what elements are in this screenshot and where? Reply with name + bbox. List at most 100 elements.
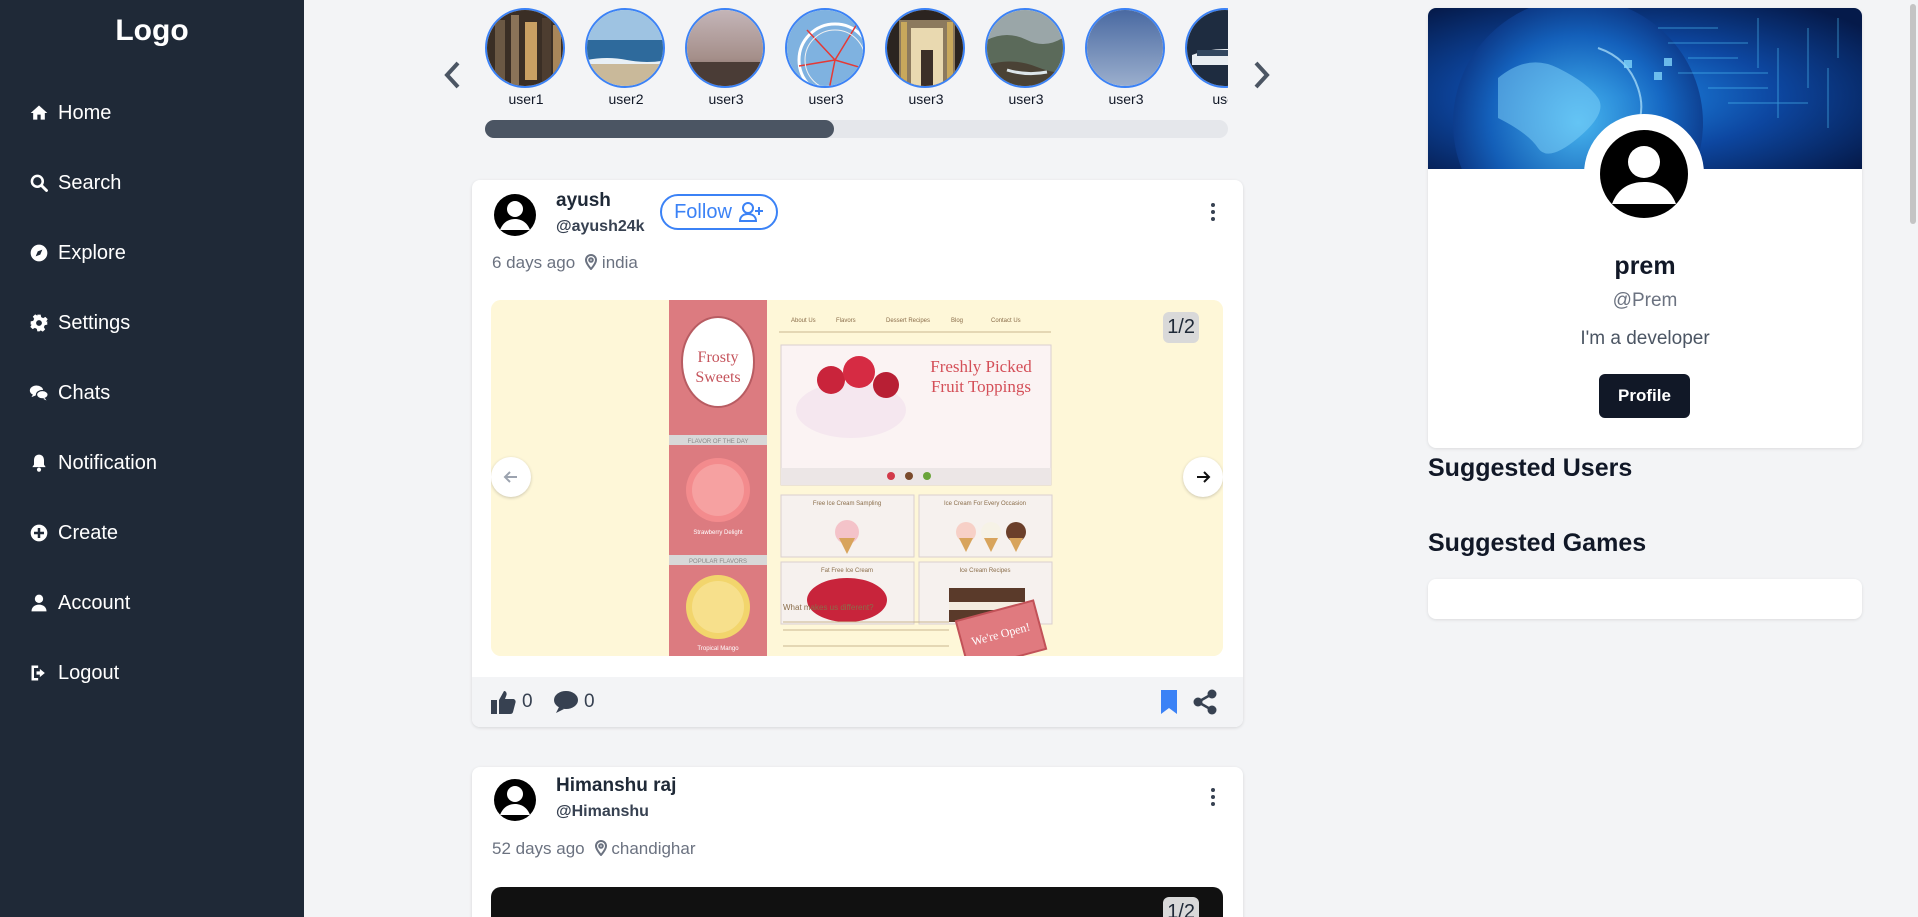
bookmark-button[interactable] [1158, 689, 1180, 715]
sidebar-item-label: Home [58, 101, 112, 124]
sidebar-item-settings[interactable]: Settings [0, 288, 304, 358]
post-location: chandighar [594, 839, 696, 859]
story-avatar [785, 8, 865, 88]
story-username: user3 [708, 91, 744, 107]
stories-carousel: user1 user2 user3 user3 user3 user3 user… [430, 0, 1280, 150]
image-headline-2: Fruit Toppings [931, 377, 1031, 396]
avatar[interactable] [494, 779, 536, 821]
location-pin-icon [594, 839, 607, 858]
profile-name: prem [1614, 252, 1676, 280]
story-avatar [685, 8, 765, 88]
profile-button[interactable]: Profile [1599, 374, 1690, 418]
image-tile-label: Ice Cream Recipes [959, 568, 1010, 574]
media-prev-button[interactable] [491, 457, 531, 497]
image-nav-item: Blog [951, 318, 963, 324]
image-nav-item: About Us [791, 318, 816, 324]
sidebar-item-notification[interactable]: Notification [0, 428, 304, 498]
story-item[interactable]: user [1185, 8, 1228, 107]
story-username: user1 [508, 91, 544, 107]
like-button[interactable]: 0 [490, 689, 533, 715]
story-item[interactable]: user3 [885, 8, 967, 107]
stories-strip[interactable]: user1 user2 user3 user3 user3 user3 user… [485, 0, 1228, 140]
sidebar-item-label: Search [58, 171, 122, 194]
post-meta: 52 days ago chandighar [492, 839, 696, 859]
follow-button-label: Follow [674, 200, 732, 223]
sidebar-item-label: Chats [58, 381, 111, 404]
story-avatar [485, 8, 565, 88]
share-button[interactable] [1192, 689, 1218, 715]
suggested-games-list [1428, 579, 1862, 619]
bookmark-icon [1161, 690, 1177, 714]
story-item[interactable]: user3 [1085, 8, 1167, 107]
user-icon [28, 592, 50, 614]
gear-icon [28, 312, 50, 334]
post-menu-button[interactable] [1207, 200, 1219, 224]
profile-handle: @Prem [1612, 290, 1678, 311]
chat-bubbles-icon [28, 382, 50, 404]
post-card: Himanshu raj @Himanshu 52 days ago chand… [472, 767, 1243, 917]
image-footer-title: What makes us different? [783, 603, 874, 612]
story-item[interactable]: user3 [785, 8, 867, 107]
sidebar-item-account[interactable]: Account [0, 568, 304, 638]
sidebar-item-label: Logout [58, 661, 120, 684]
post-media[interactable]: 1/2 [491, 887, 1223, 917]
sidebar-item-create[interactable]: Create [0, 498, 304, 568]
post-image: Frosty Sweets FLAVOR OF THE DAY Strawber… [491, 300, 1223, 656]
post-author-handle[interactable]: @ayush24k [556, 218, 645, 236]
stories-next-button[interactable] [1248, 58, 1274, 92]
chevron-left-icon [444, 61, 460, 89]
sidebar-item-logout[interactable]: Logout [0, 638, 304, 708]
page-scrollbar[interactable] [1908, 0, 1918, 917]
comment-count: 0 [584, 691, 595, 712]
profile-avatar[interactable] [1584, 114, 1704, 234]
media-next-button[interactable] [1183, 457, 1223, 497]
sidebar-item-chats[interactable]: Chats [0, 358, 304, 428]
arrow-left-icon [503, 471, 517, 483]
story-username: user3 [908, 91, 944, 107]
story-item[interactable]: user1 [485, 8, 567, 107]
image-nav-item: Contact Us [991, 318, 1021, 324]
post-actions: 0 0 [472, 677, 1243, 727]
comment-button[interactable]: 0 [552, 689, 595, 715]
post-media[interactable]: Frosty Sweets FLAVOR OF THE DAY Strawber… [491, 300, 1223, 656]
follow-button[interactable]: Follow [660, 194, 778, 230]
image-side-label: FLAVOR OF THE DAY [688, 439, 749, 445]
bell-icon [28, 452, 50, 474]
story-avatar [985, 8, 1065, 88]
story-username: user3 [1108, 91, 1144, 107]
image-tile-label: Fat Free Ice Cream [821, 568, 873, 574]
media-counter: 1/2 [1163, 897, 1199, 917]
sidebar-nav: Home Search Explore Settings Chats Notif… [0, 78, 304, 708]
avatar[interactable] [494, 194, 536, 236]
stories-prev-button[interactable] [440, 58, 466, 92]
post-author-handle[interactable]: @Himanshu [556, 803, 649, 821]
sidebar-item-search[interactable]: Search [0, 148, 304, 218]
sidebar-item-label: Settings [58, 311, 131, 334]
post-meta: 6 days ago india [492, 253, 638, 273]
story-item[interactable]: user2 [585, 8, 667, 107]
image-nav-item: Flavors [836, 318, 856, 324]
home-icon [28, 102, 50, 124]
story-avatar [885, 8, 965, 88]
suggested-users-title: Suggested Users [1428, 454, 1633, 482]
sidebar-item-label: Notification [58, 451, 157, 474]
story-avatar [1085, 8, 1165, 88]
sidebar-item-home[interactable]: Home [0, 78, 304, 148]
sidebar-item-explore[interactable]: Explore [0, 218, 304, 288]
arrow-right-icon [1197, 471, 1211, 483]
stories-scrollbar-thumb[interactable] [485, 120, 835, 138]
page-scrollbar-thumb[interactable] [1910, 4, 1916, 224]
post-location: india [585, 253, 638, 273]
sidebar-item-label: Account [58, 591, 131, 614]
story-item[interactable]: user3 [685, 8, 767, 107]
story-item[interactable]: user3 [985, 8, 1067, 107]
plus-circle-icon [28, 522, 50, 544]
stories-scrollbar[interactable] [485, 120, 1228, 138]
post-menu-button[interactable] [1207, 785, 1219, 809]
share-icon [1193, 689, 1217, 715]
logo[interactable]: Logo [0, 14, 304, 54]
post-author-name[interactable]: Himanshu raj [556, 775, 676, 797]
logout-icon [28, 662, 50, 684]
post-author-name[interactable]: ayush [556, 190, 611, 212]
sidebar-item-label: Explore [58, 241, 126, 264]
